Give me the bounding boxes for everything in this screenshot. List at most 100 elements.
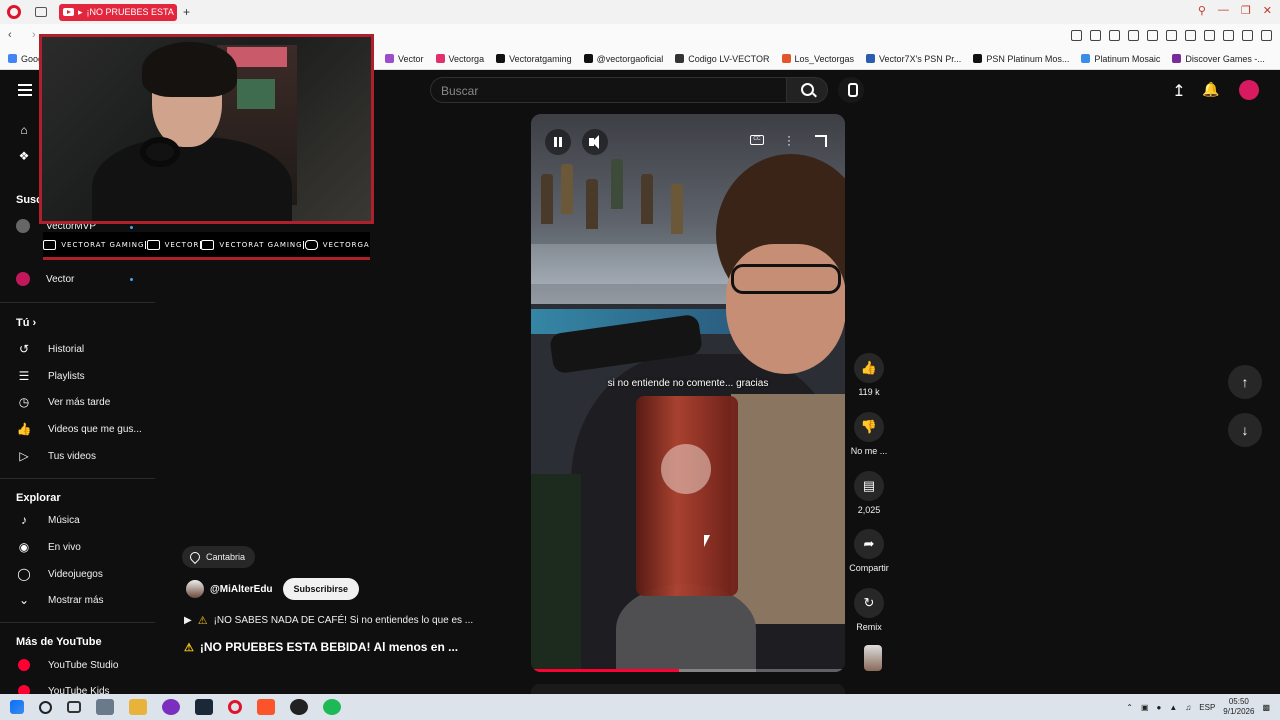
thumbs-down-icon: 👎	[854, 412, 884, 442]
shorts-video-player[interactable]: si no entiende no comente... gracias CC …	[531, 114, 845, 672]
back-icon[interactable]: ‹	[8, 29, 12, 41]
bookmark[interactable]: Platinum Mosaic	[1081, 54, 1160, 64]
minimize-button[interactable]: —	[1218, 4, 1229, 17]
account-avatar[interactable]	[1239, 80, 1259, 100]
comments-button[interactable]: ▤ 2,025	[846, 471, 892, 515]
language-indicator[interactable]: ESP	[1199, 703, 1215, 712]
extension-icon[interactable]	[1166, 30, 1177, 41]
sidebar-item-live[interactable]: ◉ En vivo	[16, 537, 146, 557]
bookmark[interactable]: Vectorga	[435, 54, 484, 64]
new-tab-button[interactable]: +	[183, 5, 190, 19]
chevron-up-icon[interactable]: ⌃	[1126, 703, 1133, 712]
volume-icon[interactable]: ♫	[1185, 703, 1191, 712]
sidebar-item-liked[interactable]: 👍 Videos que me gus...	[16, 419, 146, 439]
sidebar-item-youtube-kids[interactable]: YouTube Kids	[16, 681, 146, 694]
arrow-up-icon: ↑	[1241, 374, 1249, 390]
sidebar-item-show-more[interactable]: ⌄ Mostrar más	[16, 590, 146, 610]
fullscreen-icon[interactable]	[815, 135, 827, 147]
clock[interactable]: 05:50 9/1/2026	[1223, 697, 1254, 717]
speaker-icon[interactable]: ▸	[78, 7, 83, 18]
steam-icon[interactable]	[195, 699, 213, 715]
wifi-icon[interactable]: ▲	[1169, 703, 1177, 712]
voice-search-button[interactable]	[838, 77, 864, 103]
bookmark[interactable]: Vector	[385, 54, 424, 64]
volume-button[interactable]	[582, 129, 608, 155]
download-icon[interactable]	[1223, 30, 1234, 41]
sidebar-item-history[interactable]: ↺ Historial	[16, 339, 146, 359]
brave-icon[interactable]	[257, 699, 275, 715]
more-options-icon[interactable]: · · ·	[787, 130, 791, 150]
menu-hamburger-icon[interactable]	[18, 84, 32, 99]
location-chip[interactable]: Cantabria	[182, 546, 256, 568]
workspaces-icon[interactable]	[35, 7, 47, 17]
share-button[interactable]: ➦ Compartir	[846, 529, 892, 573]
notifications-bell-icon[interactable]: 🔔	[1202, 81, 1220, 99]
like-count: 119 k	[858, 387, 880, 397]
browser-tab-active[interactable]: ▸ ¡NO PRUEBES ESTA	[59, 3, 177, 21]
sidebar-item-your-videos[interactable]: ▷ Tus videos	[16, 446, 146, 466]
video-title[interactable]: ⚠ ¡NO PRUEBES ESTA BEBIDA! Al menos en .…	[184, 640, 458, 654]
search-icon[interactable]	[39, 700, 52, 714]
microphone-icon[interactable]: ●	[1157, 703, 1162, 712]
task-view-icon[interactable]	[67, 701, 81, 713]
bookmark[interactable]: PSN Platinum Mos...	[973, 54, 1069, 64]
previous-short-button[interactable]: ↑	[1228, 365, 1262, 399]
bookmark[interactable]: @vectorgaoficial	[583, 54, 663, 64]
sound-thumbnail[interactable]	[864, 645, 882, 671]
opera-icon[interactable]	[228, 700, 242, 714]
sidebar-item-music[interactable]: ♪ Música	[16, 510, 146, 530]
channel-name[interactable]: @MiAlterEdu	[210, 584, 273, 595]
dislike-button[interactable]: 👎 No me ...	[846, 412, 892, 456]
tray-icon[interactable]: ▣	[1141, 703, 1149, 712]
extension-icon[interactable]	[1147, 30, 1158, 41]
remix-icon: ↻	[854, 588, 884, 618]
you-heading[interactable]: Tú ›	[16, 317, 36, 329]
search-input[interactable]: Buscar	[430, 77, 786, 103]
menu-icon[interactable]	[1261, 30, 1272, 41]
subscription-item[interactable]: Vector	[16, 269, 146, 289]
sidebar-item-watch-later[interactable]: ◷ Ver más tarde	[16, 392, 146, 412]
search-tabs-icon[interactable]: ⚲	[1198, 4, 1206, 17]
subscribe-button[interactable]: Subscribirse	[282, 578, 360, 600]
upload-icon[interactable]: ↥	[1170, 81, 1188, 100]
next-short-button[interactable]: ↓	[1228, 413, 1262, 447]
bookmark[interactable]: Codigo LV-VECTOR	[675, 54, 770, 64]
start-icon[interactable]	[10, 700, 24, 714]
forward-icon[interactable]: ›	[32, 29, 36, 41]
remix-button[interactable]: ↻ Remix	[846, 588, 892, 632]
extension-icon[interactable]	[1185, 30, 1196, 41]
app-icon[interactable]	[162, 699, 180, 715]
video-caption: si no entiende no comente... gracias	[607, 378, 769, 389]
bookmark[interactable]: Los_Vectorgas	[781, 54, 854, 64]
restore-button[interactable]: ❐	[1241, 4, 1251, 17]
playlist-link[interactable]: ▶ ⚠ ¡NO SABES NADA DE CAFÉ! Si no entien…	[184, 614, 473, 627]
next-short-preview[interactable]	[531, 684, 845, 694]
extension-icon[interactable]	[1109, 30, 1120, 41]
extension-icon[interactable]	[1090, 30, 1101, 41]
like-button[interactable]: 👍 119 k	[846, 353, 892, 397]
spotify-icon[interactable]	[323, 699, 341, 715]
opera-logo-icon[interactable]	[7, 5, 21, 19]
extension-icon[interactable]	[1128, 30, 1139, 41]
bookmark[interactable]: Vectoratgaming	[496, 54, 572, 64]
extension-icon[interactable]	[1204, 30, 1215, 41]
video-progress-bar[interactable]	[531, 669, 845, 672]
ai-icon[interactable]	[1242, 30, 1253, 41]
sidebar-item-youtube-studio[interactable]: YouTube Studio	[16, 655, 146, 675]
notifications-icon[interactable]: ▩	[1262, 703, 1270, 712]
file-explorer-icon[interactable]	[129, 699, 147, 715]
close-window-button[interactable]: ✕	[1263, 4, 1272, 17]
bookmark[interactable]: Goog	[8, 54, 43, 64]
obs-icon[interactable]	[290, 699, 308, 715]
app-icon[interactable]	[96, 699, 114, 715]
sidebar-item-playlists[interactable]: ☰ Playlists	[16, 366, 146, 386]
sidebar-item-gaming[interactable]: ◯ Videojuegos	[16, 564, 146, 584]
channel-avatar[interactable]	[186, 580, 204, 598]
search-button[interactable]	[786, 77, 828, 103]
pause-button[interactable]	[545, 129, 571, 155]
extension-icon[interactable]	[1071, 30, 1082, 41]
bookmark[interactable]: Discover Games -...	[1172, 54, 1265, 64]
bookmark[interactable]: Vector7X's PSN Pr...	[866, 54, 961, 64]
captions-button[interactable]: CC	[750, 135, 764, 145]
home-icon: ⌂	[20, 123, 28, 137]
